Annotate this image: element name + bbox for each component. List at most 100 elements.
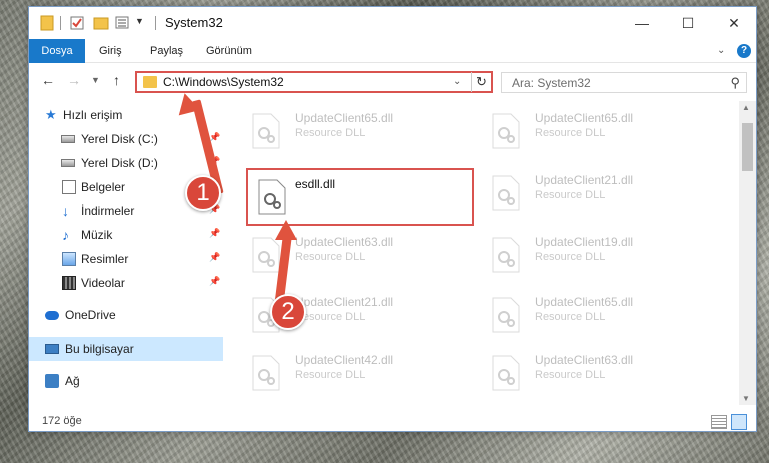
file-name: UpdateClient65.dll: [535, 111, 634, 125]
back-arrow-icon[interactable]: ←: [41, 72, 55, 88]
file-item[interactable]: UpdateClient42.dll Resource DLL: [247, 349, 477, 401]
file-type: Resource DLL: [295, 369, 366, 381]
arrow-head-icon: [275, 220, 297, 240]
file-type: Resource DLL: [535, 127, 606, 139]
download-icon: ↓: [62, 203, 69, 219]
dll-file-icon: [491, 175, 521, 211]
sidebar-item-pictures[interactable]: Resimler 📌: [29, 247, 223, 271]
file-type: Resource DLL: [295, 127, 366, 139]
address-path[interactable]: C:\Windows\System32: [163, 75, 284, 89]
document-icon: [62, 180, 76, 194]
drive-icon: [61, 135, 75, 143]
quick-access-dropdown-icon[interactable]: ▼: [135, 16, 151, 32]
help-icon[interactable]: ?: [737, 44, 751, 58]
separator: [155, 16, 156, 30]
pictures-icon: [62, 252, 76, 266]
highlight-box-file: [246, 168, 474, 226]
file-name: UpdateClient65.dll: [535, 295, 634, 309]
dll-file-icon: [491, 237, 521, 273]
file-type: Resource DLL: [295, 251, 366, 263]
refresh-icon[interactable]: ↻: [471, 72, 491, 92]
forward-arrow-icon[interactable]: →: [67, 72, 81, 88]
dll-file-icon: [491, 297, 521, 333]
sidebar-item-label: Resimler: [81, 252, 129, 266]
file-name: UpdateClient42.dll: [295, 353, 394, 367]
sidebar-item-label: Yerel Disk (C:): [81, 132, 158, 146]
sidebar-item-videos[interactable]: Videolar 📌: [29, 271, 223, 295]
file-list: UpdateClient65.dll Resource DLL esdll.dl…: [225, 101, 739, 405]
navigation-pane: ★ Hızlı erişim Yerel Disk (C:) 📌 Yerel D…: [29, 103, 223, 403]
sidebar-item-label: Müzik: [81, 228, 113, 242]
folder-icon: [143, 76, 157, 88]
customize-icon[interactable]: [115, 15, 131, 31]
status-bar: 172 öğe: [29, 411, 756, 431]
file-name: UpdateClient63.dll: [535, 353, 634, 367]
network-icon: [45, 374, 59, 388]
details-view-icon[interactable]: [711, 415, 727, 429]
scroll-up-icon[interactable]: ▲: [742, 103, 750, 112]
file-item[interactable]: UpdateClient19.dll Resource DLL: [487, 231, 717, 283]
minimize-button[interactable]: —: [619, 7, 665, 39]
large-icons-view-icon[interactable]: [731, 414, 747, 430]
search-input[interactable]: Ara: System32: [512, 76, 591, 90]
file-type: Resource DLL: [535, 251, 606, 263]
file-name: UpdateClient63.dll: [295, 235, 394, 249]
dll-file-icon: [251, 237, 281, 273]
scrollbar-thumb[interactable]: [742, 123, 753, 171]
sidebar-item-label: OneDrive: [65, 308, 116, 322]
window-title: System32: [165, 15, 223, 30]
address-bar[interactable]: C:\Windows\System32 ⌄ ↻: [135, 71, 493, 93]
sidebar-item-label: Ağ: [65, 374, 80, 388]
dll-file-icon: [251, 113, 281, 149]
file-type: Resource DLL: [535, 311, 606, 323]
file-name: UpdateClient65.dll: [295, 111, 394, 125]
callout-badge-1: 1: [185, 175, 221, 211]
tab-view[interactable]: Görünüm: [206, 39, 252, 63]
maximize-button[interactable]: ☐: [665, 7, 711, 39]
close-button[interactable]: ✕: [711, 7, 756, 39]
file-item[interactable]: UpdateClient21.dll Resource DLL: [487, 169, 717, 221]
file-type: Resource DLL: [535, 369, 606, 381]
sidebar-item-this-pc[interactable]: Bu bilgisayar: [29, 337, 223, 361]
sidebar-item-label: Videolar: [81, 276, 125, 290]
ribbon-expand-icon[interactable]: ⌄: [717, 45, 725, 56]
file-type: Resource DLL: [535, 189, 606, 201]
pin-icon[interactable]: 📌: [209, 276, 220, 287]
sidebar-item-local-disk-c[interactable]: Yerel Disk (C:) 📌: [29, 127, 223, 151]
file-item[interactable]: UpdateClient63.dll Resource DLL: [487, 349, 717, 401]
properties-check-icon[interactable]: [69, 15, 85, 31]
recent-locations-dropdown-icon[interactable]: ▼: [91, 75, 100, 85]
star-icon: ★: [45, 107, 57, 122]
title-bar: ▼ System32 — ☐ ✕: [29, 7, 756, 39]
search-box[interactable]: Ara: System32 ⚲: [501, 72, 747, 93]
file-name: UpdateClient21.dll: [295, 295, 394, 309]
ribbon-tabs: Dosya Giriş Paylaş Görünüm ⌄ ?: [29, 39, 756, 63]
pin-icon[interactable]: 📌: [209, 228, 220, 239]
up-arrow-icon[interactable]: ↑: [113, 72, 120, 88]
file-item[interactable]: UpdateClient65.dll Resource DLL: [247, 107, 477, 159]
cloud-icon: [45, 311, 59, 320]
dll-file-icon: [251, 355, 281, 391]
separator: [60, 16, 61, 30]
sidebar-item-network[interactable]: Ağ: [29, 369, 223, 393]
address-dropdown-icon[interactable]: ⌄: [453, 76, 461, 87]
video-icon: [62, 276, 76, 290]
tab-home[interactable]: Giriş: [99, 39, 122, 63]
file-name: UpdateClient19.dll: [535, 235, 634, 249]
music-icon: ♪: [62, 227, 69, 243]
callout-badge-2: 2: [270, 294, 306, 330]
sidebar-item-onedrive[interactable]: OneDrive: [29, 303, 223, 327]
tab-file[interactable]: Dosya: [29, 39, 85, 63]
file-item[interactable]: UpdateClient65.dll Resource DLL: [487, 107, 717, 159]
scroll-down-icon[interactable]: ▼: [742, 394, 750, 403]
sidebar-item-local-disk-d[interactable]: Yerel Disk (D:) 📌: [29, 151, 223, 175]
pin-icon[interactable]: 📌: [209, 252, 220, 263]
sidebar-item-label: Belgeler: [81, 180, 126, 194]
new-folder-icon[interactable]: [93, 15, 109, 31]
tab-share[interactable]: Paylaş: [150, 39, 183, 63]
sidebar-item-music[interactable]: ♪ Müzik 📌: [29, 223, 223, 247]
vertical-scrollbar[interactable]: ▲ ▼: [739, 101, 756, 405]
file-item[interactable]: UpdateClient65.dll Resource DLL: [487, 291, 717, 343]
search-icon[interactable]: ⚲: [730, 75, 740, 91]
folder-icon[interactable]: [39, 15, 55, 31]
